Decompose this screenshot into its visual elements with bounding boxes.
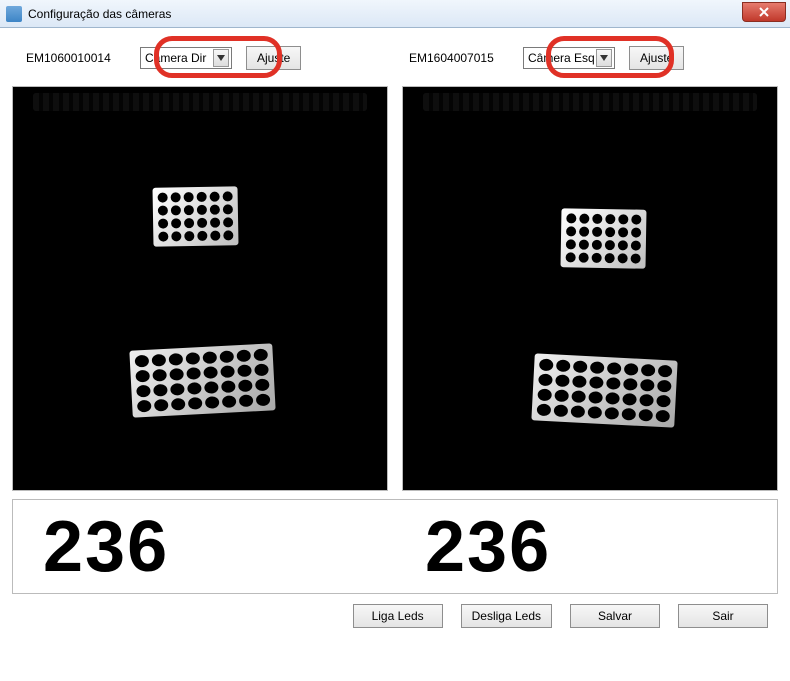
chevron-down-icon xyxy=(213,49,229,67)
left-camera-view xyxy=(12,86,388,491)
salvar-button[interactable]: Salvar xyxy=(570,604,660,628)
close-icon xyxy=(758,7,770,17)
window-title: Configuração das câmeras xyxy=(28,7,171,21)
left-artifact xyxy=(33,93,367,111)
values-row: 236 236 xyxy=(12,499,778,594)
titlebar: Configuração das câmeras xyxy=(0,0,790,28)
controls-row: EM1060010014 Câmera Dir Ajuste EM1604007… xyxy=(12,46,778,70)
left-target-bottom xyxy=(129,343,275,417)
right-adjust-button[interactable]: Ajuste xyxy=(629,46,684,70)
right-camera-id: EM1604007015 xyxy=(409,51,509,65)
left-camera-select-value: Câmera Dir xyxy=(145,51,211,65)
left-adjust-button[interactable]: Ajuste xyxy=(246,46,301,70)
right-target-top xyxy=(560,208,646,268)
right-camera-select-value: Câmera Esq xyxy=(528,51,594,65)
bottom-buttons: Liga Leds Desliga Leds Salvar Sair xyxy=(12,604,778,628)
right-value: 236 xyxy=(395,506,777,588)
desliga-leds-button[interactable]: Desliga Leds xyxy=(461,604,552,628)
chevron-down-icon xyxy=(596,49,612,67)
camera-views-row xyxy=(12,86,778,491)
right-camera-view xyxy=(402,86,778,491)
left-controls: EM1060010014 Câmera Dir Ajuste xyxy=(12,46,395,70)
left-value: 236 xyxy=(13,506,395,588)
left-camera-id: EM1060010014 xyxy=(26,51,126,65)
right-target-bottom xyxy=(531,353,677,427)
close-button[interactable] xyxy=(742,2,786,22)
content-area: EM1060010014 Câmera Dir Ajuste EM1604007… xyxy=(0,28,790,681)
right-artifact xyxy=(423,93,757,111)
right-camera-select[interactable]: Câmera Esq xyxy=(523,47,615,69)
left-camera-select[interactable]: Câmera Dir xyxy=(140,47,232,69)
sair-button[interactable]: Sair xyxy=(678,604,768,628)
right-controls: EM1604007015 Câmera Esq Ajuste xyxy=(395,46,778,70)
app-icon xyxy=(6,6,22,22)
liga-leds-button[interactable]: Liga Leds xyxy=(353,604,443,628)
left-target-top xyxy=(152,186,238,246)
